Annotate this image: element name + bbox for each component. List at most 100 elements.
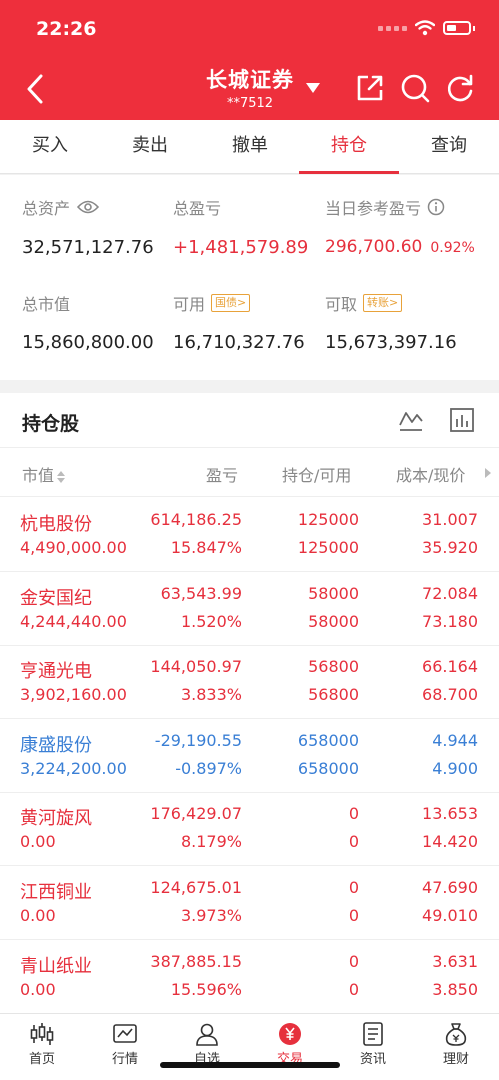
nav-news-label: 资讯 [359,1052,386,1067]
eye-icon[interactable] [76,199,100,215]
bottom-nav: 首页 行情 自选 交易 资讯 理财 [0,1013,499,1080]
document-icon [363,1022,383,1046]
stock-cost: 72.084 [422,583,478,603]
stock-cost: 66.164 [422,657,478,677]
stock-market-value: 0.00 [20,979,56,999]
tab-sell[interactable]: 卖出 [100,120,200,174]
stock-position: 0 [348,804,359,824]
stock-profit-loss-percent: 15.847% [170,538,242,557]
stock-market-value: 0.00 [20,832,56,852]
column-cost-price[interactable]: 成本/现价 [396,462,465,486]
stock-profit-loss-percent: 1.520% [180,611,242,631]
table-row[interactable]: 江西铜业 0.00 124,675.01 3.973% 0 0 47.690 49.010 [0,866,499,940]
nav-home-label: 首页 [28,1052,55,1067]
withdrawable-value: 15,673,397.16 [325,332,457,353]
nav-home[interactable]: 首页 [7,1022,77,1067]
candlestick-icon [30,1023,54,1045]
nav-market[interactable]: 行情 [90,1022,160,1067]
stock-cost: 3.631 [432,951,478,971]
stock-profit-loss-percent: 8.179% [180,832,242,852]
stock-profit-loss: 387,885.15 [150,951,242,971]
back-arrow-icon[interactable] [22,72,48,106]
holdings-column-header: 市值 盈亏 持仓/可用 成本/现价 [0,447,499,497]
tab-query[interactable]: 查询 [399,120,499,174]
daily-pl-value: 296,700.60 [325,237,423,257]
status-icons [378,20,475,36]
column-header-group[interactable]: 市值 [22,462,66,486]
treasury-bond-button[interactable]: 国债> [211,294,251,312]
refresh-icon[interactable] [444,72,476,104]
total-assets-label: 总资产 [22,199,71,218]
stock-profit-loss: 63,543.99 [160,583,242,603]
column-profit-loss[interactable]: 盈亏 [206,462,238,486]
stock-price: 4.900 [432,758,478,778]
search-icon[interactable] [399,72,431,104]
stock-available: 56800 [308,685,359,705]
account-number: **7512 [226,96,274,111]
stock-profit-loss: -29,190.55 [154,730,242,750]
stock-price: 49.010 [422,906,478,925]
signal-icon [378,25,407,31]
line-chart-icon[interactable] [398,407,424,433]
table-row[interactable]: 青山纸业 0.00 387,885.15 15.596% 0 0 3.631 3.850 [0,940,499,1013]
info-icon[interactable] [427,198,445,216]
table-row[interactable]: 金安国纪 4,244,440.00 63,543.99 1.520% 58000 5800… [0,572,499,646]
tab-cancel-order[interactable]: 撤单 [200,120,300,174]
available-label: 可用 [173,295,206,314]
stock-cost: 31.007 [422,510,478,529]
nav-wealth[interactable]: 理财 [421,1022,491,1067]
stock-market-value: 4,490,000.00 [20,538,127,557]
stock-available: 125000 [297,538,359,557]
tab-buy[interactable]: 买入 [0,120,100,174]
stock-position: 56800 [308,657,359,677]
trade-tabs: 买入 卖出 撤单 持仓 查询 [0,120,499,174]
stock-name: 黄河旋风 [20,808,92,830]
share-icon[interactable] [354,72,386,104]
table-row[interactable]: 黄河旋风 0.00 176,429.07 8.179% 0 0 13.653 14.420 [0,792,499,867]
daily-pl-percent: 0.92% [430,240,475,256]
daily-pl-label-group: 当日参考盈亏 [325,195,445,219]
home-indicator [160,1062,340,1068]
daily-pl-label: 当日参考盈亏 [325,199,422,218]
stock-profit-loss-percent: 3.833% [180,685,242,705]
nav-trade[interactable]: 交易 [255,1022,325,1067]
bar-chart-icon[interactable] [449,407,475,433]
available-value: 16,710,327.76 [173,332,305,353]
nav-wealth-label: 理财 [442,1052,469,1067]
holdings-title: 持仓股 [22,413,80,435]
table-row[interactable]: 亨通光电 3,902,160.00 144,050.97 3.833% 56800 568… [0,645,499,720]
sort-icon [57,470,66,483]
stock-available: 58000 [308,611,359,631]
account-selector[interactable]: 长城证券 **7512 [150,64,350,111]
stock-profit-loss-percent: 3.973% [180,906,242,925]
stock-available: 658000 [297,758,359,778]
account-summary: 总资产 32,571,127.76 总盈亏 +1,481,579.89 当日参考… [0,175,499,380]
stock-position: 0 [348,878,359,897]
stock-name: 金安国纪 [20,587,92,609]
total-assets-value: 32,571,127.76 [22,237,154,258]
withdrawable-label-group: 可取 转账> [325,291,403,315]
app-header: 22:26 长城证券 **7512 [0,0,499,120]
tab-positions[interactable]: 持仓 [299,120,399,174]
nav-watchlist[interactable]: 自选 [172,1022,242,1067]
stock-available: 0 [348,979,359,999]
stock-market-value: 4,244,440.00 [20,611,127,631]
column-position-available[interactable]: 持仓/可用 [282,462,351,486]
nav-news[interactable]: 资讯 [338,1022,408,1067]
stock-market-value: 3,902,160.00 [20,685,127,705]
caret-down-icon[interactable] [306,83,320,93]
stock-price: 68.700 [422,685,478,705]
stock-profit-loss: 124,675.01 [150,878,242,897]
stock-profit-loss-percent: 15.596% [170,979,242,999]
chevron-right-icon[interactable] [484,467,492,479]
available-label-group: 可用 国债> [173,291,251,315]
column-market-value: 市值 [22,466,55,485]
market-value-value: 15,860,800.00 [22,332,154,353]
total-pl-value: +1,481,579.89 [173,237,309,258]
table-row[interactable]: 杭电股份 4,490,000.00 614,186.25 15.847% 125000 1… [0,498,499,572]
transfer-button[interactable]: 转账> [363,294,403,312]
yuan-icon [279,1023,301,1045]
stock-cost: 13.653 [422,804,478,824]
stock-cost: 47.690 [422,878,478,897]
table-row[interactable]: 康盛股份 3,224,200.00 -29,190.55 -0.897% 658000 6… [0,719,499,793]
